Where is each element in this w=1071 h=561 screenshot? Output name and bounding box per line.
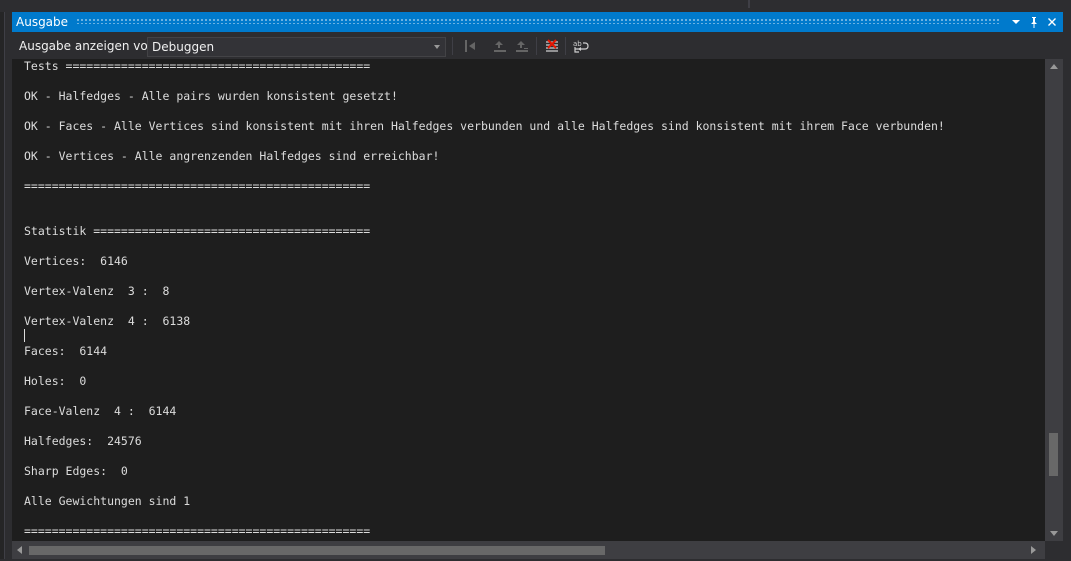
vertical-scroll-thumb[interactable] xyxy=(1049,433,1058,476)
scroll-down-icon[interactable] xyxy=(1050,531,1058,536)
go-to-next-message-icon[interactable] xyxy=(491,37,509,55)
go-to-previous-message-icon[interactable] xyxy=(461,37,479,55)
output-source-select[interactable]: Debuggen xyxy=(147,37,446,57)
clear-all-icon[interactable] xyxy=(543,37,561,55)
scroll-up-icon[interactable] xyxy=(1050,64,1058,69)
drag-grip[interactable] xyxy=(76,18,999,24)
output-toolbar: Ausgabe anzeigen von: Debuggen ab xyxy=(12,32,1063,59)
scroll-right-icon[interactable] xyxy=(1031,546,1036,554)
toolbar-separator xyxy=(536,37,537,55)
close-icon[interactable] xyxy=(1044,14,1060,30)
output-source-value: Debuggen xyxy=(152,40,215,54)
vertical-scrollbar[interactable] xyxy=(1045,59,1063,541)
splitter-notch xyxy=(748,0,750,8)
horizontal-scroll-thumb[interactable] xyxy=(29,546,605,555)
top-strip xyxy=(0,0,1071,12)
chevron-down-icon xyxy=(434,45,440,49)
output-log-text[interactable]: Tests ==================================… xyxy=(24,59,945,539)
pin-icon[interactable] xyxy=(1026,14,1042,30)
panel-title: Ausgabe xyxy=(16,15,69,29)
horizontal-scrollbar[interactable] xyxy=(12,541,1045,559)
text-caret xyxy=(24,329,25,342)
toggle-word-wrap-icon[interactable]: ab xyxy=(572,37,590,55)
output-window-titlebar[interactable]: Ausgabe xyxy=(12,12,1063,32)
scrollbar-corner xyxy=(1045,541,1063,559)
svg-text:ab: ab xyxy=(573,40,582,48)
scroll-left-icon[interactable] xyxy=(17,546,22,554)
dropdown-arrow-icon[interactable] xyxy=(1008,14,1024,30)
left-edge xyxy=(0,12,5,561)
toolbar-separator xyxy=(565,37,566,55)
toolbar-separator xyxy=(452,37,453,55)
go-to-last-message-icon[interactable] xyxy=(513,37,531,55)
show-output-from-label: Ausgabe anzeigen von: xyxy=(19,39,160,53)
output-text-area[interactable]: Tests ==================================… xyxy=(12,59,1045,541)
